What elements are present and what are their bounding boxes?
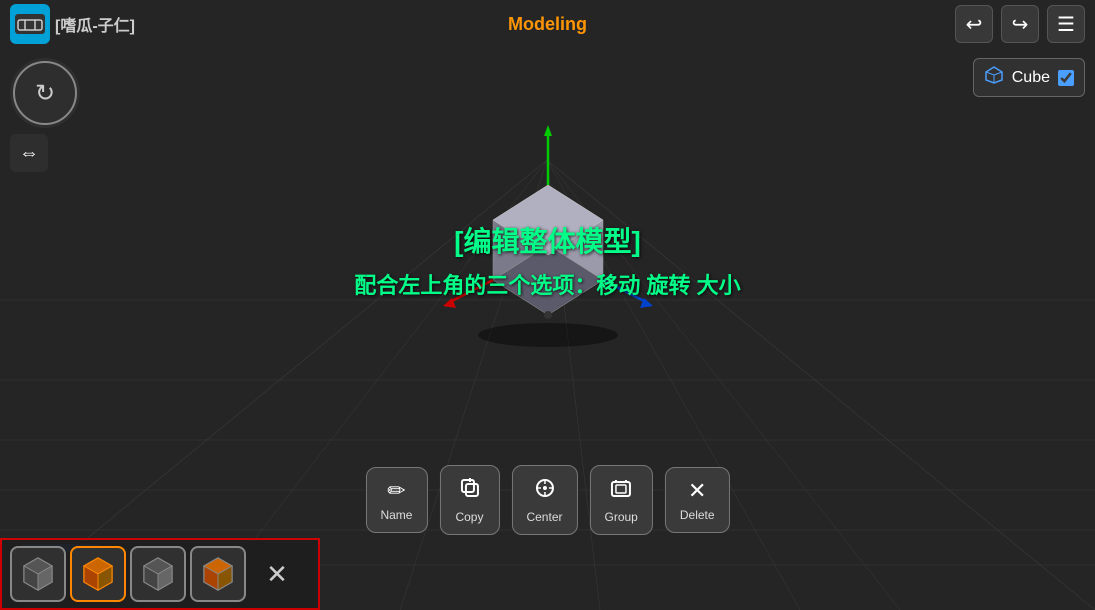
name-label: Name [380,508,412,522]
top-left-area: [嗜瓜-子仁] [10,4,135,44]
group-label: Group [605,510,638,524]
top-bar: [嗜瓜-子仁] Modeling ↩ ↪ ☰ [0,0,1095,48]
tool-btn-name[interactable]: ✏ Name [365,467,427,533]
left-controls: ↻ ⇔ [10,58,80,172]
object-visibility-checkbox[interactable] [1058,70,1074,86]
delete-icon: ✕ [688,478,706,504]
copy-icon [457,476,481,506]
tray-item-4[interactable] [190,546,246,602]
top-right-controls: ↩ ↪ ☰ [955,5,1085,43]
name-icon: ✏ [387,478,405,504]
delete-label: Delete [680,508,715,522]
channel-title: [嗜瓜-子仁] [55,12,135,36]
move-icon: ⇔ [19,142,39,165]
annotation-line2: 配合左上角的三个选项：移动 旋转 大小 [354,268,740,300]
tray-item-2[interactable] [70,546,126,602]
tray-item-3[interactable] [130,546,186,602]
close-tray-button[interactable]: ✕ [258,555,296,593]
object-name-label: Cube [1012,69,1050,87]
object-panel: Cube [973,58,1085,97]
rotate-icon: ↻ [35,79,55,108]
annotation-overlay: [编辑整体模型] 配合左上角的三个选项：移动 旋转 大小 [354,220,740,300]
tool-btn-center[interactable]: Center [511,465,577,535]
bottom-tray: ✕ [0,538,320,610]
move-widget[interactable]: ⇔ [10,134,48,172]
mode-label: Modeling [508,14,587,35]
bilibili-logo [10,4,50,44]
undo-button[interactable]: ↩ [955,5,993,43]
tool-btn-copy[interactable]: Copy [439,465,499,535]
center-icon [532,476,556,506]
tool-btn-group[interactable]: Group [590,465,653,535]
redo-button[interactable]: ↪ [1001,5,1039,43]
rotate-widget[interactable]: ↻ [10,58,80,128]
object-cube-icon [984,65,1004,90]
tray-item-1[interactable] [10,546,66,602]
copy-label: Copy [455,510,483,524]
bottom-toolbar: ✏ Name Copy Center Group ✕ Delete [365,465,729,535]
group-icon [609,476,633,506]
annotation-line1: [编辑整体模型] [354,220,740,260]
menu-button[interactable]: ☰ [1047,5,1085,43]
center-label: Center [526,510,562,524]
tool-btn-delete[interactable]: ✕ Delete [665,467,730,533]
